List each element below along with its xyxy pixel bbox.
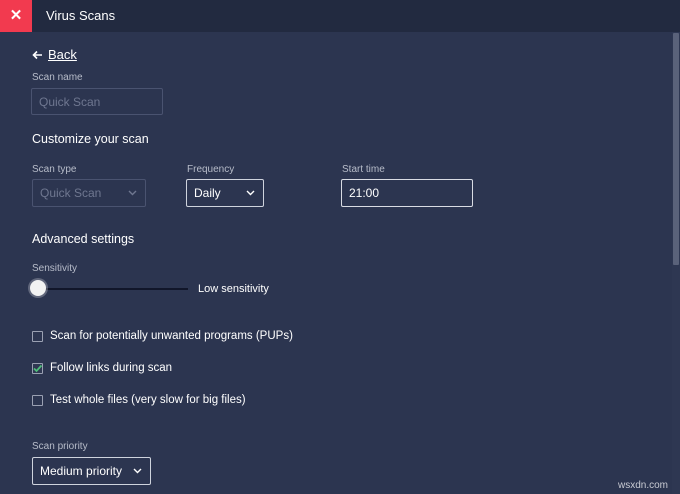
whole-files-option[interactable]: Test whole files (very slow for big file… xyxy=(32,394,246,406)
arrow-left-icon xyxy=(32,50,42,59)
close-icon: ✕ xyxy=(9,7,23,24)
sensitivity-label: Sensitivity xyxy=(32,263,78,274)
title-bar: ✕ Virus Scans xyxy=(0,0,680,32)
checkmark-icon xyxy=(33,364,43,372)
window-title: Virus Scans xyxy=(46,8,116,23)
back-label: Back xyxy=(48,47,77,62)
close-button[interactable]: ✕ xyxy=(0,0,32,32)
scan-name-label: Scan name xyxy=(32,72,83,83)
chevron-down-icon xyxy=(133,468,142,474)
scan-priority-value: Medium priority xyxy=(40,464,123,478)
scan-name-input[interactable]: Quick Scan xyxy=(31,88,163,115)
start-time-value: 21:00 xyxy=(349,186,380,200)
start-time-label: Start time xyxy=(342,164,385,175)
frequency-value: Daily xyxy=(194,186,221,200)
scan-priority-select[interactable]: Medium priority xyxy=(32,457,151,485)
pups-option[interactable]: Scan for potentially unwanted programs (… xyxy=(32,330,293,342)
scan-name-placeholder: Quick Scan xyxy=(39,94,101,109)
scan-type-select[interactable]: Quick Scan xyxy=(32,179,146,207)
scrollbar-thumb[interactable] xyxy=(673,33,679,265)
follow-links-label: Follow links during scan xyxy=(50,362,173,374)
back-link[interactable]: Back xyxy=(32,47,77,62)
frequency-label: Frequency xyxy=(187,164,235,175)
follow-links-option[interactable]: Follow links during scan xyxy=(32,362,172,374)
pups-label: Scan for potentially unwanted programs (… xyxy=(50,330,293,342)
sensitivity-slider-handle[interactable] xyxy=(30,280,46,296)
customize-heading: Customize your scan xyxy=(32,132,149,146)
sensitivity-value: Low sensitivity xyxy=(198,283,269,295)
scan-type-value: Quick Scan xyxy=(40,186,102,200)
start-time-input[interactable]: 21:00 xyxy=(341,179,473,207)
frequency-select[interactable]: Daily xyxy=(186,179,264,207)
follow-links-checkbox[interactable] xyxy=(32,362,43,374)
whole-files-checkbox[interactable] xyxy=(32,394,43,406)
chevron-down-icon xyxy=(128,190,137,196)
advanced-heading: Advanced settings xyxy=(32,232,135,246)
whole-files-label: Test whole files (very slow for big file… xyxy=(50,394,246,406)
scan-type-label: Scan type xyxy=(32,164,77,175)
watermark: wsxdn.com xyxy=(617,480,668,491)
scan-priority-label: Scan priority xyxy=(32,441,88,452)
sensitivity-slider-track[interactable] xyxy=(38,288,188,290)
pups-checkbox[interactable] xyxy=(32,330,43,342)
chevron-down-icon xyxy=(246,190,255,196)
